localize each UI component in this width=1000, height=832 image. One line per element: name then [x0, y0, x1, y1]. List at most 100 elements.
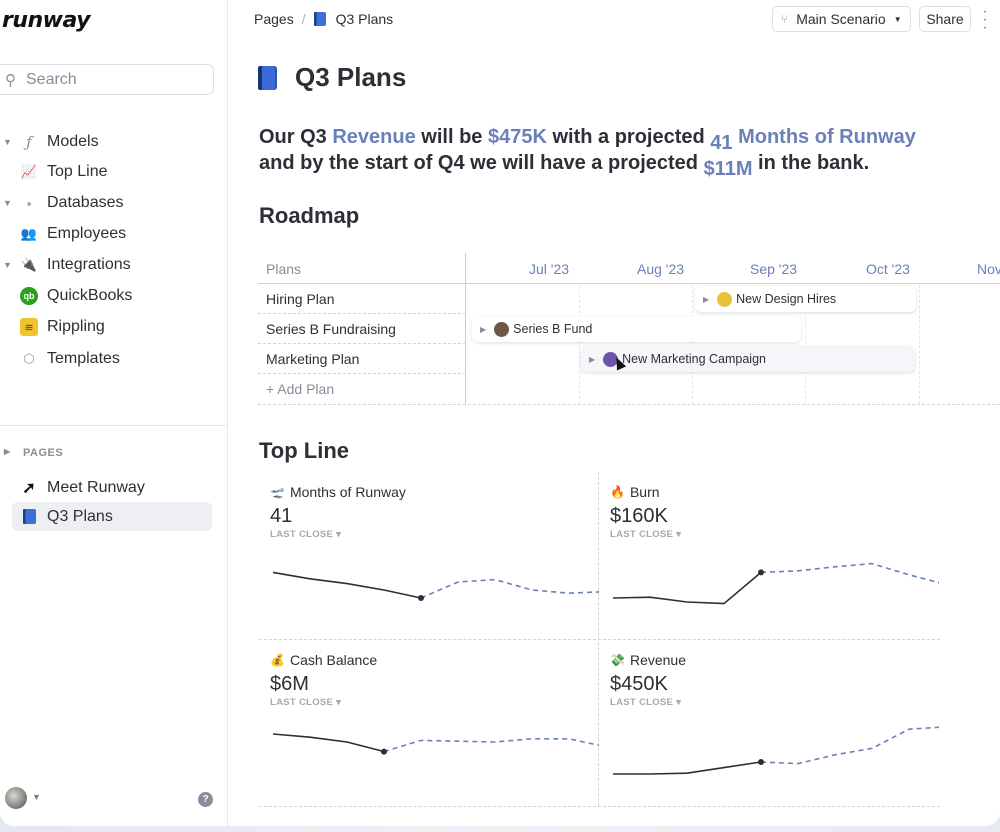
metric-card-burn[interactable]: 🔥 Burn $160K LAST CLOSE ▾ — [599, 472, 939, 640]
forecast-series-line — [420, 578, 599, 599]
month-label: Sep '23 — [750, 261, 798, 277]
chart-increasing-icon: 📈 — [20, 164, 38, 179]
sidebar-item-templates[interactable]: ⬡ Templates — [0, 345, 220, 373]
summary-text-part: Our Q3 — [259, 126, 333, 148]
page-title-text[interactable]: Q3 Plans — [295, 62, 406, 93]
sidebar-item-databases[interactable]: ▼ ▪ Databases — [0, 189, 220, 217]
topline-title: Top Line — [259, 438, 350, 463]
caret-right-icon[interactable]: ▶ — [480, 325, 486, 334]
actual-series-line — [272, 571, 422, 599]
sidebar-page-q3-plans[interactable]: Q3 Plans — [12, 502, 212, 531]
summary-text-part: will be — [415, 126, 488, 148]
scenario-label: Main Scenario — [796, 11, 886, 27]
sidebar-item-label: Templates — [47, 350, 120, 367]
summary-text: Our Q3 Revenue will be $475K with a proj… — [259, 124, 979, 180]
people-icon: 👥 — [20, 226, 38, 241]
plan-row-series-b[interactable]: Series B Fundraising — [258, 314, 466, 344]
sparkline-chart — [272, 733, 599, 755]
cube-icon: ⬡ — [23, 351, 35, 366]
caret-right-icon[interactable]: ▶ — [703, 295, 709, 304]
caret-right-icon[interactable]: ▶ — [589, 355, 595, 364]
actual-series-line — [612, 571, 762, 605]
summary-text-part: and by the start of Q4 we will have a pr… — [259, 152, 704, 174]
sidebar-item-label: Rippling — [47, 318, 105, 335]
plan-row-marketing[interactable]: Marketing Plan — [258, 344, 466, 374]
book-icon — [313, 12, 326, 26]
add-plan-button[interactable]: + Add Plan — [258, 374, 466, 404]
forecast-series-line — [383, 738, 599, 753]
caret-down-icon[interactable]: ▼ — [3, 198, 12, 208]
summary-text-part: with a projected — [546, 126, 711, 148]
book-icon — [258, 65, 277, 90]
search-input[interactable]: ⚲ Search — [0, 64, 214, 95]
bar-label: Series B Fund — [513, 322, 593, 336]
revenue-link[interactable]: Revenue — [332, 126, 415, 148]
sidebar-item-top-line[interactable]: 📈 Top Line — [0, 158, 220, 186]
sparkline-chart — [272, 571, 599, 601]
actual-series-line — [272, 733, 385, 753]
breadcrumb: Pages / Q3 Plans — [254, 11, 393, 27]
app-window: runway ⚲ Search ▼ ƒ Models 📈 Top Line ▼ ▪ Datab… — [0, 0, 1000, 826]
roadmap-bar-new-design-hires[interactable]: ▶ New Design Hires — [695, 286, 916, 312]
plans-column: Plans Hiring Plan Series B Fundraising M… — [258, 253, 466, 405]
sidebar: runway ⚲ Search ▼ ƒ Models 📈 Top Line ▼ ▪ Datab… — [0, 0, 228, 826]
actual-series-line — [613, 761, 762, 775]
caret-down-icon[interactable]: ▼ — [3, 137, 12, 147]
sidebar-item-label: Models — [47, 133, 99, 150]
roadmap-bar-new-marketing-campaign[interactable]: ▶ New Marketing Campaign — [581, 346, 915, 372]
sidebar-item-label: QuickBooks — [47, 287, 133, 304]
breadcrumb-current[interactable]: Q3 Plans — [336, 11, 394, 27]
shapes-icon: ▪ — [26, 195, 32, 211]
branch-icon: ⑂ — [781, 12, 789, 26]
roadmap-bar-series-b-fund[interactable]: ▶ Series B Fund — [472, 316, 801, 342]
cash-value[interactable]: $11M — [704, 158, 753, 180]
revenue-value[interactable]: $475K — [488, 126, 547, 148]
rippling-icon: ≋ — [20, 318, 38, 336]
metric-card-cash-balance[interactable]: 💰 Cash Balance $6M LAST CLOSE ▾ — [259, 640, 599, 808]
plan-label: Series B Fundraising — [266, 320, 396, 337]
user-avatar[interactable] — [5, 787, 27, 809]
search-placeholder: Search — [26, 70, 77, 88]
caret-down-icon[interactable]: ▼ — [32, 792, 41, 802]
forecast-series-line — [760, 562, 939, 584]
scenario-dropdown[interactable]: ⑂ Main Scenario ▼ — [772, 6, 911, 32]
sidebar-page-meet-runway[interactable]: ➚ Meet Runway — [0, 474, 220, 502]
sidebar-item-integrations[interactable]: ▼ 🔌 Integrations — [0, 251, 220, 279]
month-label: Oct '23 — [866, 261, 910, 277]
help-icon[interactable]: ? — [198, 792, 213, 807]
plan-label: Hiring Plan — [266, 290, 335, 307]
sidebar-item-employees[interactable]: 👥 Employees — [0, 220, 220, 248]
month-label: Jul '23 — [529, 261, 570, 277]
sidebar-item-quickbooks[interactable]: qb QuickBooks — [0, 282, 220, 310]
arrow-up-right-icon: ➚ — [22, 480, 36, 497]
sparkline-chart — [612, 562, 939, 605]
avatar — [494, 321, 510, 337]
runway-value[interactable]: 41 — [710, 132, 732, 154]
more-options-icon[interactable]: · · · — [980, 4, 990, 36]
caret-down-icon[interactable]: ▼ — [3, 260, 12, 270]
sidebar-item-label: Databases — [47, 194, 124, 211]
avatar — [717, 291, 733, 307]
bar-label: New Marketing Campaign — [622, 352, 766, 366]
plan-label: Marketing Plan — [266, 350, 360, 367]
month-label: Nov — [977, 261, 1000, 277]
runway-link[interactable]: Months of Runway — [733, 126, 916, 148]
plan-row-hiring[interactable]: Hiring Plan — [258, 284, 466, 314]
runway-logo[interactable]: runway — [2, 8, 91, 33]
sidebar-item-models[interactable]: ▼ ƒ Models — [0, 128, 220, 156]
sidebar-item-rippling[interactable]: ≋ Rippling — [0, 313, 220, 341]
pages-header-label: PAGES — [23, 447, 64, 459]
breadcrumb-pages[interactable]: Pages — [254, 11, 294, 27]
metric-card-months-of-runway[interactable]: 🛫 Months of Runway 41 LAST CLOSE ▾ — [259, 472, 599, 640]
sidebar-item-label: Top Line — [47, 163, 108, 180]
forecast-series-line — [760, 726, 939, 765]
plans-header: Plans — [266, 261, 302, 277]
share-button[interactable]: Share — [919, 6, 971, 32]
add-plan-label: + Add Plan — [266, 381, 335, 397]
sidebar-item-label: Employees — [47, 225, 127, 242]
month-gridline — [692, 285, 693, 404]
month-label: Aug '23 — [637, 261, 685, 277]
metric-card-revenue[interactable]: 💸 Revenue $450K LAST CLOSE ▾ — [599, 640, 939, 808]
summary-text-part: in the bank. — [752, 152, 870, 174]
caret-right-icon: ▶ — [4, 447, 11, 456]
